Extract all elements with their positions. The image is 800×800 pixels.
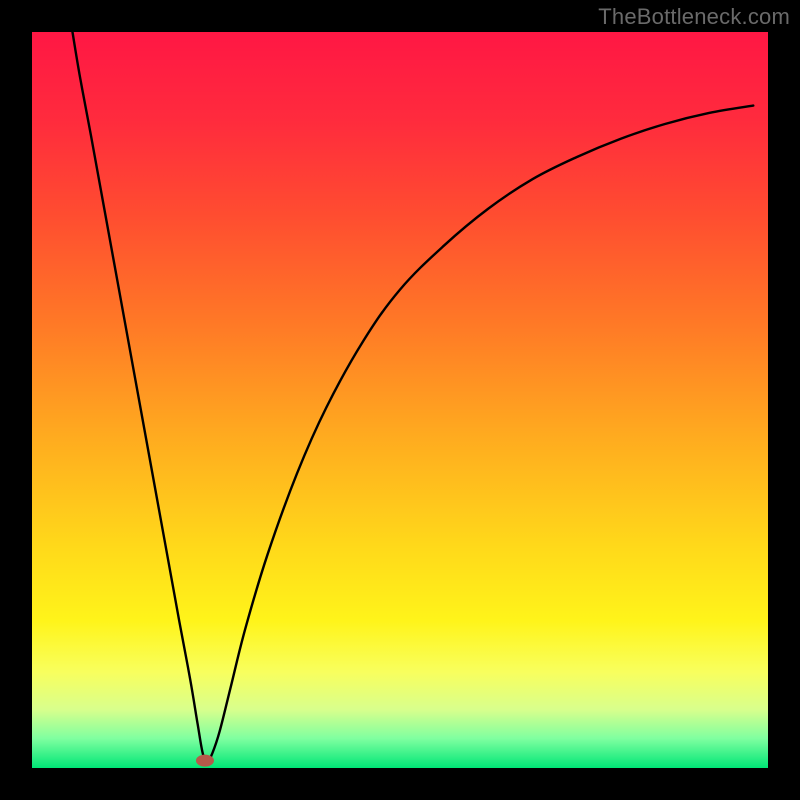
chart-container: TheBottleneck.com [0, 0, 800, 800]
minimum-marker [196, 755, 214, 767]
watermark-text: TheBottleneck.com [598, 4, 790, 30]
bottleneck-chart [0, 0, 800, 800]
plot-background [32, 32, 768, 768]
